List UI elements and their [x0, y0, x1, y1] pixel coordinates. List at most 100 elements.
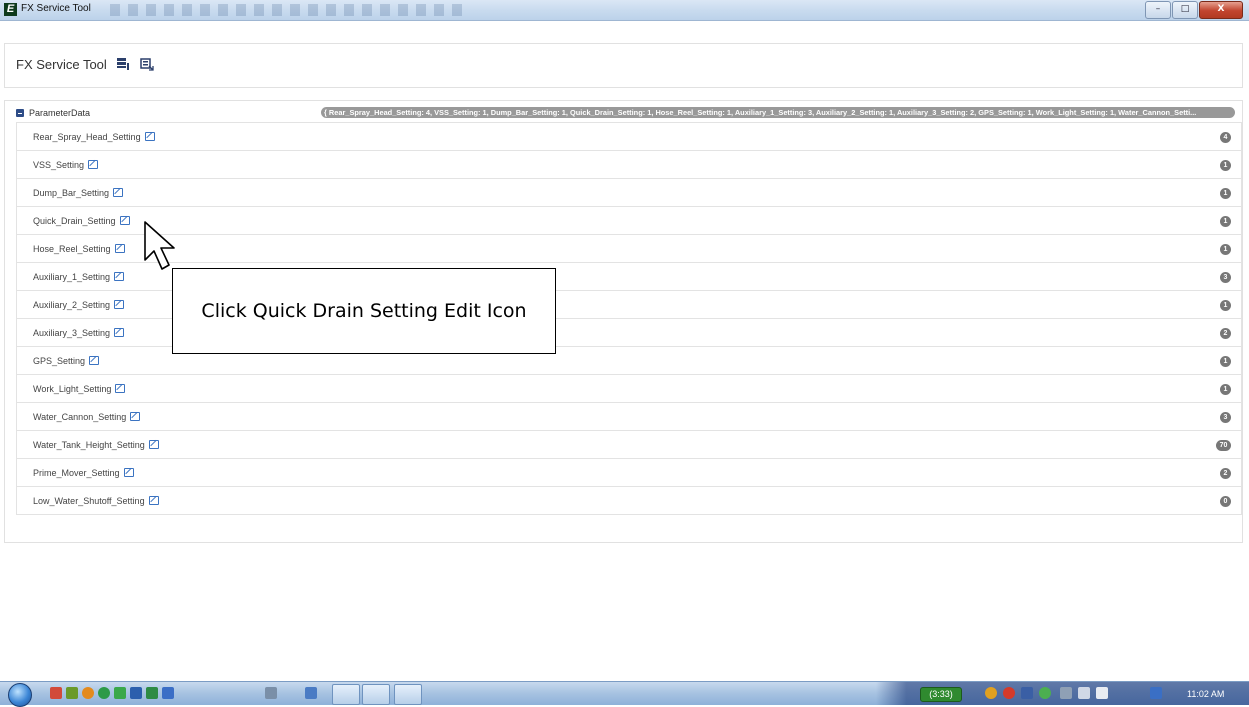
parameter-row: Low_Water_Shutoff_Setting 0	[17, 487, 1241, 515]
mouse-pointer-icon	[144, 221, 175, 270]
header-panel: FX Service Tool	[4, 43, 1243, 88]
parameter-name: GPS_Setting	[33, 356, 86, 366]
taskbar-explorer-button[interactable]	[332, 684, 360, 705]
edit-icon[interactable]	[148, 440, 159, 449]
parameter-label: Low_Water_Shutoff_Setting	[33, 496, 159, 506]
value-badge: 1	[1220, 160, 1231, 171]
parameter-name: Dump_Bar_Setting	[33, 188, 110, 198]
parameter-name: Auxiliary_3_Setting	[33, 328, 111, 338]
value-badge: 1	[1220, 216, 1231, 227]
value-badge: 0	[1220, 496, 1231, 507]
parameter-name: VSS_Setting	[33, 160, 85, 170]
edit-icon[interactable]	[123, 468, 134, 477]
pinned-app-icon[interactable]	[130, 687, 142, 699]
edit-icon[interactable]	[130, 412, 141, 421]
parameter-name: Rear_Spray_Head_Setting	[33, 132, 141, 142]
taskbar: (3:33) 11:02 AM	[0, 681, 1249, 707]
parameter-label: Rear_Spray_Head_Setting	[33, 132, 155, 142]
network-icon[interactable]	[1060, 687, 1072, 699]
parameter-label: Auxiliary_2_Setting	[33, 300, 125, 310]
parameter-label: Dump_Bar_Setting	[33, 188, 124, 198]
start-button[interactable]	[8, 683, 32, 707]
maximize-button[interactable]: □	[1172, 1, 1198, 19]
pinned-app-icon[interactable]	[66, 687, 78, 699]
pinned-app-icon[interactable]	[114, 687, 126, 699]
window-title-bar: E FX Service Tool – □ X	[0, 0, 1249, 21]
parameter-row: Dump_Bar_Setting 1	[17, 179, 1241, 207]
clock[interactable]: 11:02 AM	[1187, 689, 1224, 699]
app-name: FX Service Tool	[16, 57, 107, 72]
tray-icon[interactable]	[985, 687, 997, 699]
edit-icon[interactable]	[115, 384, 126, 393]
root-summary-badge: { Rear_Spray_Head_Setting: 4, VSS_Settin…	[321, 107, 1235, 118]
parameter-label: Auxiliary_1_Setting	[33, 272, 125, 282]
parameter-label: Work_Light_Setting	[33, 384, 126, 394]
parameter-row: Hose_Reel_Setting 1	[17, 235, 1241, 263]
parameter-row: Water_Tank_Height_Setting 70	[17, 431, 1241, 459]
battery-icon[interactable]	[1096, 687, 1108, 699]
pinned-app-icon[interactable]	[162, 687, 174, 699]
edit-icon[interactable]	[119, 216, 130, 225]
value-badge: 3	[1220, 272, 1231, 283]
parameter-row: Work_Light_Setting 1	[17, 375, 1241, 403]
parameter-label: Prime_Mover_Setting	[33, 468, 134, 478]
parameter-row: Prime_Mover_Setting 2	[17, 459, 1241, 487]
parameter-label: Quick_Drain_Setting	[33, 216, 130, 226]
taskbar-word-button[interactable]	[362, 684, 390, 705]
value-badge: 1	[1220, 300, 1231, 311]
parameter-name: Quick_Drain_Setting	[33, 216, 116, 226]
value-badge: 1	[1220, 188, 1231, 199]
minimize-button[interactable]: –	[1145, 1, 1171, 19]
parameter-name: Auxiliary_2_Setting	[33, 300, 111, 310]
value-badge: 2	[1220, 328, 1231, 339]
volume-icon[interactable]	[1150, 687, 1162, 699]
taskbar-fx-service-tool-button[interactable]	[394, 684, 422, 705]
edit-icon[interactable]	[114, 328, 125, 337]
edit-icon[interactable]	[148, 496, 159, 505]
edit-icon[interactable]	[144, 132, 155, 141]
parameter-label: VSS_Setting	[33, 160, 99, 170]
value-badge: 3	[1220, 412, 1231, 423]
edit-icon[interactable]	[114, 272, 125, 281]
edit-icon[interactable]	[114, 300, 125, 309]
parameter-row: VSS_Setting 1	[17, 151, 1241, 179]
window-title: FX Service Tool	[21, 3, 91, 14]
value-badge: 1	[1220, 356, 1231, 367]
refresh-data-icon[interactable]	[140, 57, 154, 71]
value-badge: 4	[1220, 132, 1231, 143]
pinned-app-icon[interactable]	[146, 687, 158, 699]
parameter-label: Water_Tank_Height_Setting	[33, 440, 159, 450]
close-button[interactable]: X	[1199, 1, 1243, 19]
edit-icon[interactable]	[89, 356, 100, 365]
tray-icon[interactable]	[1003, 687, 1015, 699]
instruction-callout-text: Click Quick Drain Setting Edit Icon	[201, 299, 527, 322]
tree-root-row[interactable]: ParameterData { Rear_Spray_Head_Setting:…	[5, 101, 1242, 122]
parameter-name: Auxiliary_1_Setting	[33, 272, 111, 282]
parameter-row: Rear_Spray_Head_Setting 4	[17, 123, 1241, 151]
parameter-label: Hose_Reel_Setting	[33, 244, 125, 254]
battery-indicator[interactable]: (3:33)	[920, 687, 962, 702]
parameter-name: Prime_Mover_Setting	[33, 468, 120, 478]
flag-icon[interactable]	[1078, 687, 1090, 699]
parameter-name: Water_Tank_Height_Setting	[33, 440, 145, 450]
connect-icon[interactable]	[116, 57, 130, 71]
parameter-name: Low_Water_Shutoff_Setting	[33, 496, 145, 506]
collapse-icon[interactable]	[16, 109, 24, 117]
pinned-app-icon[interactable]	[305, 687, 317, 699]
tray-icon[interactable]	[1039, 687, 1051, 699]
edit-icon[interactable]	[88, 160, 99, 169]
parameter-label: Auxiliary_3_Setting	[33, 328, 125, 338]
parameter-name: Hose_Reel_Setting	[33, 244, 111, 254]
parameter-row: Quick_Drain_Setting 1	[17, 207, 1241, 235]
edit-icon[interactable]	[114, 244, 125, 253]
tray-icon[interactable]	[1021, 687, 1033, 699]
parameter-name: Water_Cannon_Setting	[33, 412, 127, 422]
pinned-app-icon[interactable]	[98, 687, 110, 699]
parameter-label: GPS_Setting	[33, 356, 100, 366]
pinned-app-icon[interactable]	[265, 687, 277, 699]
pinned-app-icon[interactable]	[50, 687, 62, 699]
value-badge: 1	[1220, 384, 1231, 395]
edit-icon[interactable]	[113, 188, 124, 197]
parameter-label: Water_Cannon_Setting	[33, 412, 141, 422]
pinned-app-icon[interactable]	[82, 687, 94, 699]
